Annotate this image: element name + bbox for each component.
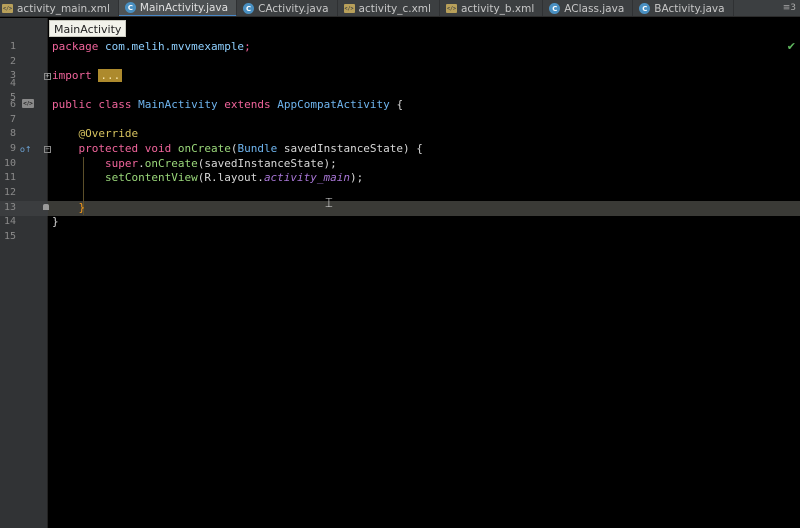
resource-field: activity_main xyxy=(263,171,351,184)
brace: { xyxy=(396,98,404,111)
line-number: 15 xyxy=(3,231,16,242)
keyword: void xyxy=(144,142,172,155)
line-number: 12 xyxy=(3,187,16,198)
code-line-10[interactable]: 10 super.onCreate(savedInstanceState); xyxy=(0,157,800,172)
semicolon: ; xyxy=(244,40,251,53)
tab-activity-b-xml[interactable]: </> activity_b.xml xyxy=(440,0,544,16)
annotation: @Override xyxy=(78,127,139,140)
tab-label: CActivity.java xyxy=(258,2,329,15)
tab-aclass-java[interactable]: C AClass.java xyxy=(543,0,634,16)
code-line-9[interactable]: 9 protected void onCreate(Bundle savedIn… xyxy=(0,142,800,157)
java-class-icon: C xyxy=(549,3,561,14)
brace: } xyxy=(78,201,86,214)
line-number: 9 xyxy=(9,143,16,154)
java-class-icon: C xyxy=(243,3,255,14)
tab-c-activity-java[interactable]: C CActivity.java xyxy=(237,0,338,16)
keyword: public xyxy=(52,98,92,111)
parent-class: AppCompatActivity xyxy=(277,98,390,111)
code-line-8[interactable]: 8 @Override xyxy=(0,127,800,142)
keyword: protected xyxy=(78,142,139,155)
method-name: onCreate xyxy=(177,142,231,155)
param-rest: savedInstanceState) { xyxy=(277,142,423,155)
line-number: 1 xyxy=(9,41,16,52)
line-number: 6 xyxy=(9,99,16,110)
xml-file-icon: </> xyxy=(2,4,13,13)
line-number: 13 xyxy=(3,202,16,213)
call-args: (R.layout. xyxy=(197,171,264,184)
keyword: class xyxy=(98,98,132,111)
java-class-icon: C xyxy=(124,2,136,13)
line-number: 7 xyxy=(9,114,16,125)
call-args: (savedInstanceState); xyxy=(197,157,337,170)
line-number: 10 xyxy=(3,158,16,169)
tab-label: AClass.java xyxy=(564,2,625,15)
xml-file-icon: </> xyxy=(343,4,355,13)
tab-main-activity-java[interactable]: C MainActivity.java xyxy=(118,0,238,16)
call-end: ); xyxy=(350,171,364,184)
code-line-15[interactable]: 15 xyxy=(0,230,800,245)
tab-label: activity_b.xml xyxy=(460,2,535,15)
code-line-6[interactable]: 6 public class MainActivity extends AppC… xyxy=(0,98,800,113)
code-line-2[interactable]: 2 xyxy=(0,55,800,70)
tab-label: BActivity.java xyxy=(654,2,725,15)
code-line-14[interactable]: 14 } xyxy=(0,215,800,230)
line-number: 4 xyxy=(9,78,16,89)
line-number: 11 xyxy=(3,172,16,183)
dot: . xyxy=(138,157,145,170)
class-name: MainActivity xyxy=(138,98,218,111)
keyword: package xyxy=(52,40,99,53)
method-call: onCreate xyxy=(144,157,198,170)
line-number: 14 xyxy=(3,216,16,227)
code-line-13[interactable]: 13 } xyxy=(0,201,800,216)
tab-label: activity_main.xml xyxy=(17,2,110,15)
line-number: 2 xyxy=(9,56,16,67)
code-line-4[interactable]: 4 xyxy=(0,77,800,92)
keyword: extends xyxy=(224,98,271,111)
mouse-ibeam-cursor-icon: ⌶ xyxy=(325,196,333,211)
line-number: 8 xyxy=(9,128,16,139)
java-class-icon: C xyxy=(639,3,651,14)
method-call: setContentView xyxy=(104,171,198,184)
code-line-1[interactable]: 1 package com.melih.mvvmexample; xyxy=(0,40,800,55)
param-type: Bundle xyxy=(237,142,278,155)
breadcrumb[interactable]: MainActivity xyxy=(49,20,127,37)
tab-overflow-label: ≡3 xyxy=(782,3,796,13)
tab-overflow-button[interactable]: ≡3 xyxy=(779,0,800,16)
code-line-7[interactable]: 7 xyxy=(0,113,800,128)
code-line-12[interactable]: 12 xyxy=(0,186,800,201)
keyword: super xyxy=(104,157,139,170)
tab-label: activity_c.xml xyxy=(358,2,431,15)
code-line-11[interactable]: 11 setContentView(R.layout.activity_main… xyxy=(0,171,800,186)
tab-activity-c-xml[interactable]: </> activity_c.xml xyxy=(338,0,440,16)
brace: } xyxy=(52,215,59,228)
tab-label: MainActivity.java xyxy=(139,1,229,14)
package-name: com.melih.mvvmexample xyxy=(104,40,245,53)
tab-bactivity-java[interactable]: C BActivity.java xyxy=(633,0,734,16)
tab-activity-main-xml[interactable]: </> activity_main.xml xyxy=(0,0,119,16)
editor-tab-bar: </> activity_main.xml C MainActivity.jav… xyxy=(0,0,800,17)
xml-file-icon: </> xyxy=(445,4,457,13)
